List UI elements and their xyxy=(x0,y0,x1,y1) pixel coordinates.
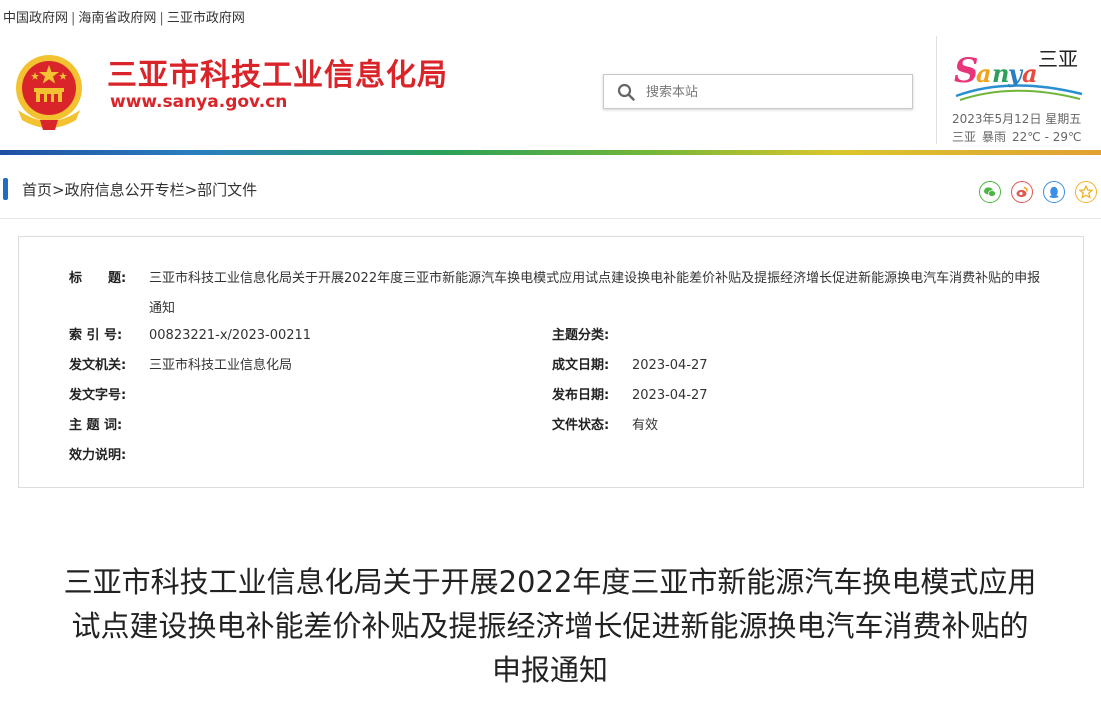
favorite-star-icon xyxy=(1079,185,1093,199)
validity-label: 效力说明: xyxy=(69,448,127,463)
qq-icon xyxy=(1049,186,1059,198)
weather-temperature: 22℃ - 29℃ xyxy=(1012,130,1082,144)
doc-number-row: 发文字号: xyxy=(69,384,149,403)
qq-share-button[interactable] xyxy=(1043,181,1065,203)
created-date-row: 成文日期: 2023-04-27 xyxy=(552,354,708,373)
breadcrumb-divider xyxy=(0,218,1101,219)
favorite-button[interactable] xyxy=(1075,181,1097,203)
document-info-box: 标 题: 三亚市科技工业信息化局关于开展2022年度三亚市新能源汽车换电模式应用… xyxy=(18,236,1084,488)
index-value: 00823221-x/2023-00211 xyxy=(149,328,312,343)
svg-text:n: n xyxy=(992,59,1009,88)
keywords-label: 主 题 词: xyxy=(69,418,123,433)
weather-info: 三亚 暴雨 22℃ - 29℃ xyxy=(952,128,1087,145)
svg-text:三亚: 三亚 xyxy=(1038,47,1078,71)
category-label: 主题分类: xyxy=(552,328,610,343)
article-title: 三亚市科技工业信息化局关于开展2022年度三亚市新能源汽车换电模式应用试点建设换… xyxy=(63,565,1037,687)
search-icon[interactable] xyxy=(617,83,635,101)
created-date-value: 2023-04-27 xyxy=(632,358,708,373)
link-china-gov[interactable]: 中国政府网 xyxy=(3,11,68,26)
link-sanya-gov[interactable]: 三亚市政府网 xyxy=(167,11,245,26)
wechat-icon xyxy=(984,187,996,197)
validity-row: 效力说明: xyxy=(69,444,149,463)
header-divider xyxy=(936,36,937,144)
index-label: 索 引 号: xyxy=(69,328,123,343)
title-value: 三亚市科技工业信息化局关于开展2022年度三亚市新能源汽车换电模式应用试点建设换… xyxy=(149,271,1041,316)
doc-number-label: 发文字号: xyxy=(69,388,127,403)
keywords-row: 主 题 词: xyxy=(69,414,149,433)
date-text: 2023年5月12日 星期五 xyxy=(952,112,1082,126)
svg-text:a: a xyxy=(1022,59,1038,88)
top-links-bar: 中国政府网 | 海南省政府网 | 三亚市政府网 xyxy=(0,0,1101,30)
weather-city: 三亚 xyxy=(952,130,977,144)
top-links: 中国政府网 | 海南省政府网 | 三亚市政府网 xyxy=(3,7,245,26)
search-box[interactable] xyxy=(603,74,913,109)
svg-text:a: a xyxy=(976,59,992,88)
link-separator: | xyxy=(159,11,164,26)
status-label: 文件状态: xyxy=(552,418,610,433)
weibo-icon xyxy=(1016,186,1028,198)
issuer-label: 发文机关: xyxy=(69,358,127,373)
published-date-value: 2023-04-27 xyxy=(632,388,708,403)
weibo-share-button[interactable] xyxy=(1011,181,1033,203)
created-date-label: 成文日期: xyxy=(552,358,610,373)
status-value: 有效 xyxy=(632,418,659,433)
wechat-share-button[interactable] xyxy=(979,181,1001,203)
breadcrumb-bar: 首页>政府信息公开专栏>部门文件 xyxy=(0,170,1101,215)
site-name[interactable]: 三亚市科技工业信息化局 xyxy=(107,50,448,94)
published-date-label: 发布日期: xyxy=(552,388,610,403)
issuer-value: 三亚市科技工业信息化局 xyxy=(149,358,293,373)
national-emblem-icon xyxy=(16,55,82,130)
published-date-row: 发布日期: 2023-04-27 xyxy=(552,384,708,403)
status-row: 文件状态: 有效 xyxy=(552,414,658,433)
site-header: 三亚市科技工业信息化局 www.sanya.gov.cn S a n y a 三… xyxy=(0,30,1101,150)
link-hainan-gov[interactable]: 海南省政府网 xyxy=(78,11,156,26)
title-label: 标 题: xyxy=(69,271,127,286)
breadcrumb[interactable]: 首页>政府信息公开专栏>部门文件 xyxy=(22,179,257,200)
sanya-logo: S a n y a 三亚 xyxy=(954,47,1083,101)
index-row: 索 引 号: 00823221-x/2023-00211 xyxy=(69,324,311,343)
issuer-row: 发文机关: 三亚市科技工业信息化局 xyxy=(69,354,292,373)
site-url[interactable]: www.sanya.gov.cn xyxy=(110,92,287,112)
category-row: 主题分类: xyxy=(552,324,632,343)
svg-text:S: S xyxy=(954,51,979,91)
breadcrumb-marker xyxy=(3,178,8,200)
color-stripe xyxy=(0,150,1101,155)
search-input[interactable] xyxy=(644,80,898,104)
weather-condition: 暴雨 xyxy=(982,130,1007,144)
link-separator: | xyxy=(71,11,76,26)
